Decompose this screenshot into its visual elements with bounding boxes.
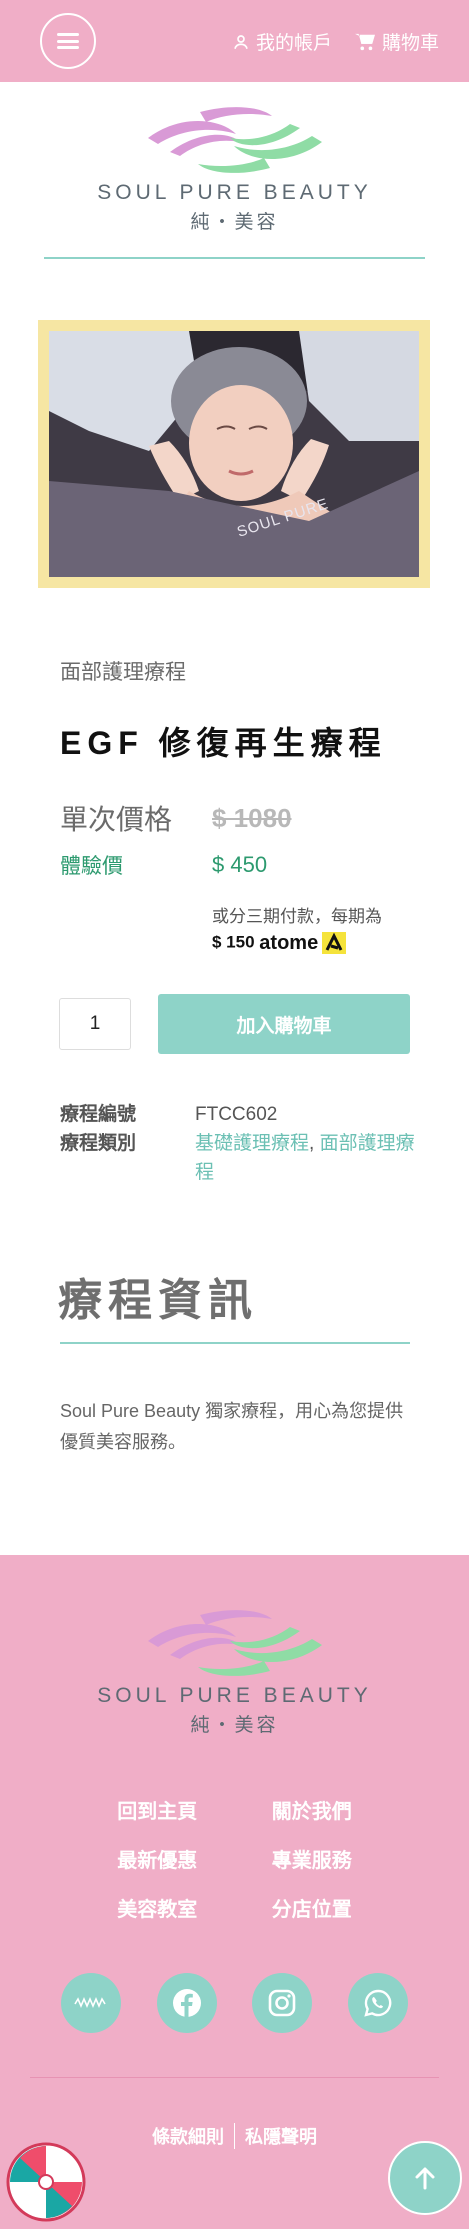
page: 我的帳戶 購物車 SOUL PURE BEAUTY 純・美容 SOUL PURE…	[0, 0, 469, 2229]
atome-wordmark: atome	[259, 931, 319, 954]
footer-divider	[30, 2077, 439, 2078]
divider	[44, 257, 425, 259]
footer-nav: 回到主頁 關於我們 最新優惠 專業服務 美容教室 分店位置	[0, 1795, 469, 1922]
footer-brand-name-zh: 純・美容	[190, 1715, 279, 1736]
facebook-icon	[172, 1989, 201, 2017]
cart-icon	[354, 33, 375, 50]
social-links	[0, 1973, 469, 2033]
trial-price-row: 體驗價 $ 450	[60, 850, 267, 880]
legal-separator	[234, 2123, 235, 2149]
cart-link[interactable]: 購物車	[354, 28, 439, 55]
footer-link-offers[interactable]: 最新優惠	[80, 1844, 235, 1873]
hamburger-icon	[57, 33, 79, 49]
section-divider	[60, 1342, 410, 1344]
facebook-link[interactable]	[156, 1973, 217, 2033]
whatsapp-icon	[364, 1989, 392, 2017]
arrow-up-icon	[415, 2167, 435, 2190]
sku-value: FTCC602	[195, 1104, 278, 1125]
logo-emblem-icon	[147, 1610, 322, 1676]
installment-info[interactable]: 或分三期付款，每期為 $ 150 atome	[212, 905, 382, 957]
footer-link-about[interactable]: 關於我們	[235, 1795, 390, 1824]
single-price-label: 單次價格	[60, 804, 173, 835]
product-image[interactable]: SOUL PURE	[49, 331, 419, 577]
cart-label: 購物車	[381, 33, 439, 54]
product-description: Soul Pure Beauty 獨家療程，用心為您提供優質美容服務。	[60, 1401, 404, 1452]
trial-price: $ 450	[212, 852, 268, 877]
terms-link[interactable]: 條款細則	[152, 2123, 224, 2149]
footer-link-classroom[interactable]: 美容教室	[80, 1893, 235, 1922]
brand-logo[interactable]: SOUL PURE BEAUTY 純・美容	[0, 104, 469, 234]
category-label: 療程類別	[60, 1133, 137, 1154]
account-link[interactable]: 我的帳戶	[232, 28, 332, 55]
privacy-link[interactable]: 私隱聲明	[245, 2123, 317, 2149]
back-to-top-button[interactable]	[388, 2141, 462, 2215]
add-to-cart-button[interactable]: 加入購物車	[158, 994, 410, 1054]
footer-brand-name-en: SOUL PURE BEAUTY	[97, 1684, 372, 1707]
installment-text: 或分三期付款，每期為	[212, 907, 382, 926]
prize-wheel-icon	[6, 2142, 86, 2222]
footer-link-locations[interactable]: 分店位置	[235, 1893, 390, 1922]
brand-name-zh: 純・美容	[190, 212, 279, 233]
installment-amount: $ 150	[212, 932, 255, 952]
brand-name-en: SOUL PURE BEAUTY	[97, 181, 372, 204]
sku-label: 療程編號	[60, 1104, 137, 1125]
logo-emblem-icon	[147, 107, 322, 173]
account-label: 我的帳戶	[255, 33, 332, 54]
footer-brand-logo[interactable]: SOUL PURE BEAUTY 純・美容	[0, 1607, 469, 1737]
atome-badge-icon	[322, 931, 347, 954]
top-bar: 我的帳戶 購物車	[0, 0, 469, 82]
atome-logo: atome	[259, 929, 347, 957]
hktvmall-icon	[74, 1996, 106, 2009]
product-meta: 療程編號 FTCC602 療程類別 基礎護理療程, 面部護理療程	[60, 1100, 415, 1187]
instagram-icon	[269, 1989, 296, 2017]
product-image-frame: SOUL PURE	[38, 320, 430, 588]
top-links: 我的帳戶 購物車	[232, 28, 439, 55]
section-title: 療程資訊	[58, 1276, 258, 1325]
quantity-input[interactable]: 1	[59, 998, 131, 1050]
menu-button[interactable]	[40, 13, 96, 69]
single-price: $ 1080	[212, 802, 292, 833]
hktvmall-link[interactable]	[60, 1973, 121, 2033]
trial-price-label: 體驗價	[60, 855, 123, 878]
product-title: EGF 修復再生療程	[60, 725, 387, 761]
user-icon	[234, 34, 248, 49]
footer-link-home[interactable]: 回到主頁	[80, 1795, 235, 1824]
lucky-wheel-widget[interactable]	[6, 2142, 86, 2222]
single-price-row: 單次價格 $ 1080	[60, 798, 292, 838]
footer-link-services[interactable]: 專業服務	[235, 1844, 390, 1873]
instagram-link[interactable]	[252, 1973, 313, 2033]
whatsapp-link[interactable]	[348, 1973, 409, 2033]
category-link-basic[interactable]: 基礎護理療程	[195, 1133, 309, 1154]
product-category: 面部護理療程	[60, 661, 186, 684]
footer: SOUL PURE BEAUTY 純・美容 回到主頁 關於我們 最新優惠 專業服…	[0, 1555, 469, 2229]
